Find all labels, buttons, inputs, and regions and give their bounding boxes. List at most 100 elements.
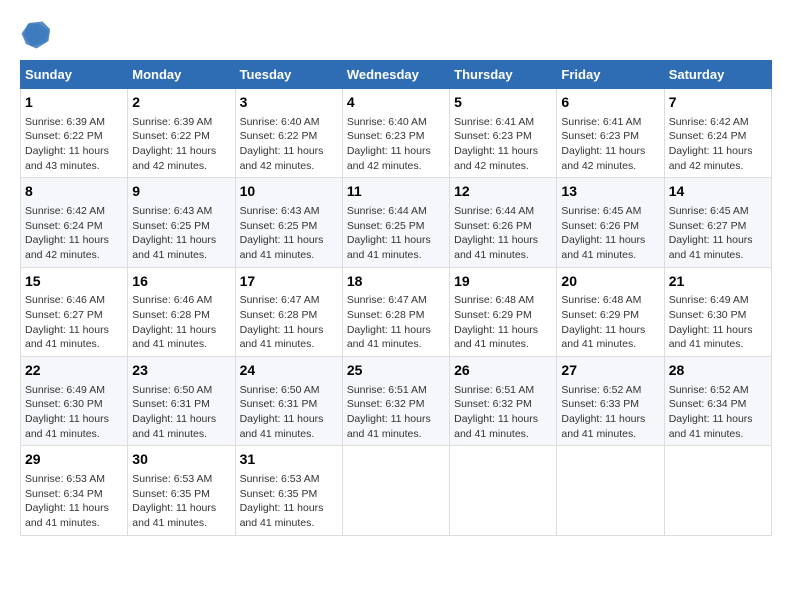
calendar-cell-1: 1Sunrise: 6:39 AM Sunset: 6:22 PM Daylig… xyxy=(21,89,128,178)
day-content: Sunrise: 6:45 AM Sunset: 6:26 PM Dayligh… xyxy=(561,204,659,263)
day-content: Sunrise: 6:39 AM Sunset: 6:22 PM Dayligh… xyxy=(132,115,230,174)
day-content: Sunrise: 6:46 AM Sunset: 6:28 PM Dayligh… xyxy=(132,293,230,352)
calendar-cell-27: 27Sunrise: 6:52 AM Sunset: 6:33 PM Dayli… xyxy=(557,357,664,446)
calendar-cell-empty xyxy=(664,446,771,535)
calendar-cell-empty xyxy=(342,446,449,535)
calendar-week-3: 15Sunrise: 6:46 AM Sunset: 6:27 PM Dayli… xyxy=(21,267,772,356)
page-header xyxy=(20,20,772,50)
calendar-cell-9: 9Sunrise: 6:43 AM Sunset: 6:25 PM Daylig… xyxy=(128,178,235,267)
calendar-cell-5: 5Sunrise: 6:41 AM Sunset: 6:23 PM Daylig… xyxy=(450,89,557,178)
day-number: 9 xyxy=(132,182,230,202)
weekday-row: SundayMondayTuesdayWednesdayThursdayFrid… xyxy=(21,61,772,89)
calendar-cell-22: 22Sunrise: 6:49 AM Sunset: 6:30 PM Dayli… xyxy=(21,357,128,446)
day-content: Sunrise: 6:48 AM Sunset: 6:29 PM Dayligh… xyxy=(561,293,659,352)
calendar-cell-18: 18Sunrise: 6:47 AM Sunset: 6:28 PM Dayli… xyxy=(342,267,449,356)
day-number: 2 xyxy=(132,93,230,113)
calendar-cell-12: 12Sunrise: 6:44 AM Sunset: 6:26 PM Dayli… xyxy=(450,178,557,267)
day-number: 17 xyxy=(240,272,338,292)
day-number: 31 xyxy=(240,450,338,470)
calendar-table: SundayMondayTuesdayWednesdayThursdayFrid… xyxy=(20,60,772,536)
day-number: 27 xyxy=(561,361,659,381)
day-content: Sunrise: 6:48 AM Sunset: 6:29 PM Dayligh… xyxy=(454,293,552,352)
day-number: 15 xyxy=(25,272,123,292)
day-number: 13 xyxy=(561,182,659,202)
calendar-cell-7: 7Sunrise: 6:42 AM Sunset: 6:24 PM Daylig… xyxy=(664,89,771,178)
calendar-cell-3: 3Sunrise: 6:40 AM Sunset: 6:22 PM Daylig… xyxy=(235,89,342,178)
calendar-cell-26: 26Sunrise: 6:51 AM Sunset: 6:32 PM Dayli… xyxy=(450,357,557,446)
day-number: 10 xyxy=(240,182,338,202)
calendar-week-1: 1Sunrise: 6:39 AM Sunset: 6:22 PM Daylig… xyxy=(21,89,772,178)
day-content: Sunrise: 6:53 AM Sunset: 6:35 PM Dayligh… xyxy=(132,472,230,531)
calendar-cell-28: 28Sunrise: 6:52 AM Sunset: 6:34 PM Dayli… xyxy=(664,357,771,446)
day-content: Sunrise: 6:42 AM Sunset: 6:24 PM Dayligh… xyxy=(669,115,767,174)
day-number: 4 xyxy=(347,93,445,113)
day-content: Sunrise: 6:51 AM Sunset: 6:32 PM Dayligh… xyxy=(454,383,552,442)
day-number: 14 xyxy=(669,182,767,202)
day-content: Sunrise: 6:52 AM Sunset: 6:33 PM Dayligh… xyxy=(561,383,659,442)
logo xyxy=(20,20,54,50)
day-number: 6 xyxy=(561,93,659,113)
day-content: Sunrise: 6:43 AM Sunset: 6:25 PM Dayligh… xyxy=(240,204,338,263)
calendar-cell-29: 29Sunrise: 6:53 AM Sunset: 6:34 PM Dayli… xyxy=(21,446,128,535)
calendar-cell-16: 16Sunrise: 6:46 AM Sunset: 6:28 PM Dayli… xyxy=(128,267,235,356)
day-content: Sunrise: 6:50 AM Sunset: 6:31 PM Dayligh… xyxy=(132,383,230,442)
weekday-header-wednesday: Wednesday xyxy=(342,61,449,89)
weekday-header-tuesday: Tuesday xyxy=(235,61,342,89)
calendar-cell-20: 20Sunrise: 6:48 AM Sunset: 6:29 PM Dayli… xyxy=(557,267,664,356)
calendar-cell-empty xyxy=(450,446,557,535)
day-number: 25 xyxy=(347,361,445,381)
day-content: Sunrise: 6:53 AM Sunset: 6:34 PM Dayligh… xyxy=(25,472,123,531)
day-number: 28 xyxy=(669,361,767,381)
calendar-cell-24: 24Sunrise: 6:50 AM Sunset: 6:31 PM Dayli… xyxy=(235,357,342,446)
day-number: 26 xyxy=(454,361,552,381)
day-content: Sunrise: 6:41 AM Sunset: 6:23 PM Dayligh… xyxy=(454,115,552,174)
day-content: Sunrise: 6:49 AM Sunset: 6:30 PM Dayligh… xyxy=(25,383,123,442)
calendar-cell-4: 4Sunrise: 6:40 AM Sunset: 6:23 PM Daylig… xyxy=(342,89,449,178)
day-content: Sunrise: 6:53 AM Sunset: 6:35 PM Dayligh… xyxy=(240,472,338,531)
day-number: 24 xyxy=(240,361,338,381)
day-number: 3 xyxy=(240,93,338,113)
calendar-cell-25: 25Sunrise: 6:51 AM Sunset: 6:32 PM Dayli… xyxy=(342,357,449,446)
day-content: Sunrise: 6:43 AM Sunset: 6:25 PM Dayligh… xyxy=(132,204,230,263)
calendar-cell-13: 13Sunrise: 6:45 AM Sunset: 6:26 PM Dayli… xyxy=(557,178,664,267)
calendar-cell-30: 30Sunrise: 6:53 AM Sunset: 6:35 PM Dayli… xyxy=(128,446,235,535)
day-content: Sunrise: 6:52 AM Sunset: 6:34 PM Dayligh… xyxy=(669,383,767,442)
day-content: Sunrise: 6:51 AM Sunset: 6:32 PM Dayligh… xyxy=(347,383,445,442)
day-number: 20 xyxy=(561,272,659,292)
weekday-header-monday: Monday xyxy=(128,61,235,89)
day-number: 29 xyxy=(25,450,123,470)
weekday-header-saturday: Saturday xyxy=(664,61,771,89)
day-number: 30 xyxy=(132,450,230,470)
calendar-cell-14: 14Sunrise: 6:45 AM Sunset: 6:27 PM Dayli… xyxy=(664,178,771,267)
day-number: 18 xyxy=(347,272,445,292)
day-number: 12 xyxy=(454,182,552,202)
calendar-cell-31: 31Sunrise: 6:53 AM Sunset: 6:35 PM Dayli… xyxy=(235,446,342,535)
calendar-cell-10: 10Sunrise: 6:43 AM Sunset: 6:25 PM Dayli… xyxy=(235,178,342,267)
calendar-cell-17: 17Sunrise: 6:47 AM Sunset: 6:28 PM Dayli… xyxy=(235,267,342,356)
logo-icon xyxy=(20,20,50,50)
day-number: 7 xyxy=(669,93,767,113)
day-content: Sunrise: 6:49 AM Sunset: 6:30 PM Dayligh… xyxy=(669,293,767,352)
calendar-week-2: 8Sunrise: 6:42 AM Sunset: 6:24 PM Daylig… xyxy=(21,178,772,267)
calendar-cell-8: 8Sunrise: 6:42 AM Sunset: 6:24 PM Daylig… xyxy=(21,178,128,267)
day-content: Sunrise: 6:40 AM Sunset: 6:23 PM Dayligh… xyxy=(347,115,445,174)
day-number: 21 xyxy=(669,272,767,292)
calendar-cell-11: 11Sunrise: 6:44 AM Sunset: 6:25 PM Dayli… xyxy=(342,178,449,267)
calendar-cell-23: 23Sunrise: 6:50 AM Sunset: 6:31 PM Dayli… xyxy=(128,357,235,446)
day-number: 1 xyxy=(25,93,123,113)
calendar-cell-19: 19Sunrise: 6:48 AM Sunset: 6:29 PM Dayli… xyxy=(450,267,557,356)
day-number: 23 xyxy=(132,361,230,381)
day-content: Sunrise: 6:47 AM Sunset: 6:28 PM Dayligh… xyxy=(240,293,338,352)
calendar-cell-6: 6Sunrise: 6:41 AM Sunset: 6:23 PM Daylig… xyxy=(557,89,664,178)
day-number: 19 xyxy=(454,272,552,292)
weekday-header-sunday: Sunday xyxy=(21,61,128,89)
calendar-week-5: 29Sunrise: 6:53 AM Sunset: 6:34 PM Dayli… xyxy=(21,446,772,535)
day-content: Sunrise: 6:39 AM Sunset: 6:22 PM Dayligh… xyxy=(25,115,123,174)
calendar-cell-empty xyxy=(557,446,664,535)
day-number: 8 xyxy=(25,182,123,202)
weekday-header-thursday: Thursday xyxy=(450,61,557,89)
day-content: Sunrise: 6:40 AM Sunset: 6:22 PM Dayligh… xyxy=(240,115,338,174)
day-content: Sunrise: 6:41 AM Sunset: 6:23 PM Dayligh… xyxy=(561,115,659,174)
day-content: Sunrise: 6:44 AM Sunset: 6:25 PM Dayligh… xyxy=(347,204,445,263)
calendar-week-4: 22Sunrise: 6:49 AM Sunset: 6:30 PM Dayli… xyxy=(21,357,772,446)
